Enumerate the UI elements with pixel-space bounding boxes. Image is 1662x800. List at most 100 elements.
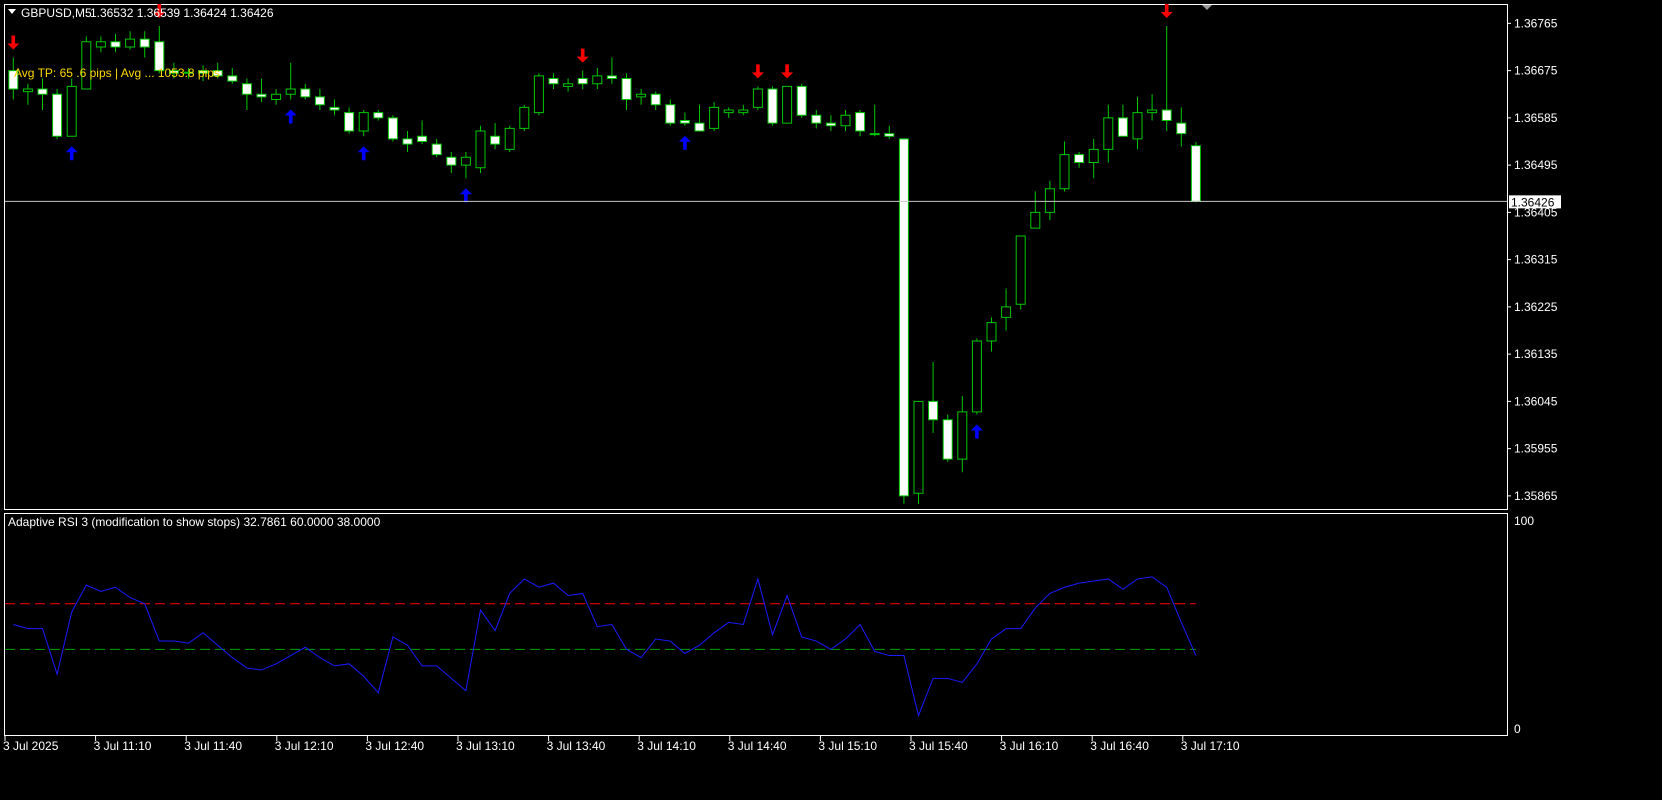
candle	[139, 31, 150, 58]
candle	[606, 57, 617, 84]
candle-body	[271, 93, 282, 100]
candle	[110, 33, 121, 53]
time-tick-label: 3 Jul 15:10	[818, 739, 877, 753]
collapse-triangle-icon[interactable]	[8, 9, 16, 14]
candle	[387, 115, 398, 142]
candle	[723, 107, 734, 118]
candle-body	[811, 114, 822, 124]
shift-marker-icon[interactable]	[1202, 5, 1212, 10]
candle-body	[22, 88, 33, 93]
candle	[417, 120, 428, 145]
candle-body	[1190, 145, 1201, 202]
price-tick-label: 1.35955	[1514, 442, 1558, 456]
candle-body	[650, 93, 661, 106]
candle-body	[679, 120, 690, 124]
time-tick-label: 3 Jul 14:40	[728, 739, 787, 753]
candle-body	[300, 88, 311, 98]
candle-body	[957, 411, 968, 460]
candle	[446, 152, 457, 173]
indicator-title: Adaptive RSI 3 (modification to show sto…	[8, 515, 381, 529]
indicator-panel-frame	[4, 513, 1508, 736]
candle-body	[417, 135, 428, 142]
price-tick-label: 1.36675	[1514, 64, 1558, 78]
candle	[1088, 138, 1099, 179]
candle-body	[490, 135, 501, 145]
trading-chart[interactable]: 1.36426 GBPUSD,M5 1.36532 1.36539 1.3642…	[0, 0, 1662, 800]
candle	[548, 73, 559, 89]
candle-body	[52, 93, 63, 137]
candle	[1001, 288, 1012, 331]
candle-body	[1161, 109, 1172, 121]
candle-body	[942, 419, 953, 460]
candle	[577, 70, 588, 89]
candle-body	[782, 85, 793, 124]
buy-arrow-icon	[357, 146, 370, 161]
candle-body	[314, 96, 325, 106]
candle-body	[738, 109, 749, 114]
ohlc-readout: 1.36532 1.36539 1.36424 1.36426	[90, 6, 274, 20]
candle	[796, 83, 807, 118]
candle	[227, 68, 238, 84]
candle	[957, 396, 968, 473]
rsi-line	[13, 576, 1197, 718]
symbol-label: GBPUSD,M5	[21, 6, 92, 20]
candle	[825, 115, 836, 131]
buy-arrow-icon	[678, 135, 691, 150]
candle	[869, 104, 880, 137]
time-tick-label: 3 Jul 14:10	[637, 739, 696, 753]
candle	[1015, 235, 1026, 310]
candle-body	[694, 122, 705, 132]
sell-arrow-icon	[781, 64, 794, 79]
candle	[1074, 152, 1085, 168]
sell-arrow-icon	[7, 35, 20, 50]
candle	[81, 36, 92, 90]
candle	[460, 152, 471, 179]
candle	[519, 104, 530, 131]
candle	[563, 78, 574, 92]
candle	[125, 31, 136, 50]
candle	[22, 83, 33, 105]
candle	[300, 83, 311, 100]
candle-body	[504, 127, 515, 150]
price-axis: 1.36765 1.36675 1.36585 1.36495 1.36405 1.363…	[1507, 16, 1558, 503]
candle-body	[373, 112, 384, 119]
candle	[241, 78, 252, 110]
candle-body	[796, 85, 807, 116]
price-tick-label: 1.36135	[1514, 347, 1558, 361]
candle	[636, 89, 647, 105]
candle-body	[971, 340, 982, 413]
candle-body	[519, 106, 530, 129]
candle	[1176, 107, 1187, 147]
candle-body	[285, 88, 296, 95]
candle	[285, 62, 296, 100]
candle-body	[855, 112, 866, 132]
candle	[855, 110, 866, 137]
candle	[504, 125, 515, 152]
candle	[1190, 142, 1201, 203]
sell-arrow-icon	[576, 48, 589, 63]
candle-body	[621, 78, 632, 100]
time-tick-label: 3 Jul 12:10	[275, 739, 334, 753]
candle-body	[825, 122, 836, 127]
buy-arrow-icon	[459, 188, 472, 203]
candle	[928, 362, 939, 433]
candle	[621, 73, 632, 110]
candle-body	[709, 106, 720, 129]
time-tick-label: 3 Jul 17:10	[1181, 739, 1240, 753]
candle	[1132, 96, 1143, 150]
candle	[1147, 94, 1158, 121]
candle-body	[1015, 235, 1026, 305]
candle-body	[431, 143, 442, 156]
time-tick-label: 3 Jul 12:40	[365, 739, 424, 753]
candle	[344, 107, 355, 134]
candle-body	[869, 133, 880, 136]
candle-body	[1030, 211, 1041, 229]
time-tick-label: 3 Jul 11:40	[184, 739, 242, 753]
buy-arrow-icon	[65, 146, 78, 161]
candle	[431, 138, 442, 158]
candle-body	[1074, 154, 1085, 163]
time-tick-label: 3 Jul 16:40	[1090, 739, 1149, 753]
candle	[782, 85, 793, 124]
candle	[490, 123, 501, 150]
candle	[738, 104, 749, 116]
